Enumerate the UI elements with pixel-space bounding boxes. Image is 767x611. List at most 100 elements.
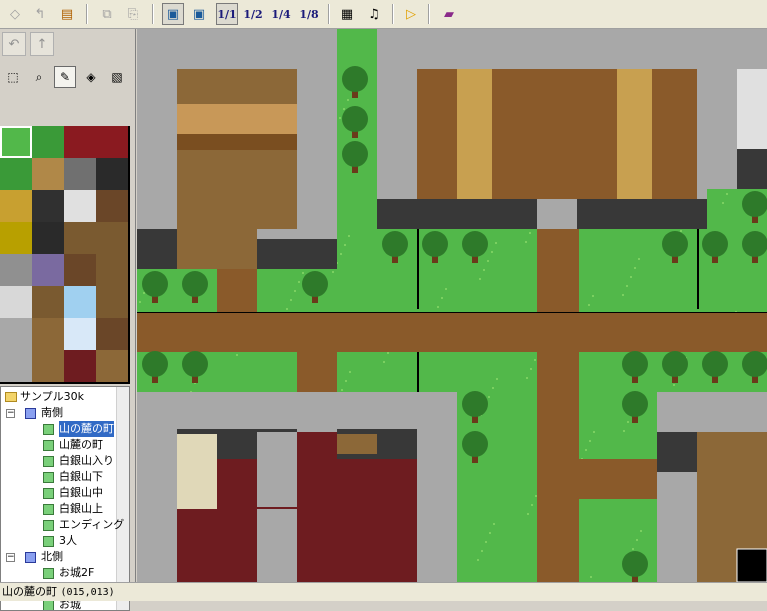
palette-tile[interactable] [96,350,128,382]
palette-tile[interactable] [96,158,128,190]
palette-tile[interactable] [64,158,96,190]
grass-speckle [483,269,485,271]
tree-collapse-toggle[interactable]: − [6,409,15,418]
grass-speckle [491,251,493,253]
tree-map-item[interactable]: エンディング [59,517,124,533]
tree-root-project[interactable]: サンプル30k [20,389,84,405]
grass-speckle [638,258,640,260]
palette-tile[interactable] [96,318,128,350]
save-project-button[interactable]: ▤ [56,3,78,25]
grass-speckle [298,281,300,283]
open-project-button[interactable]: ↰ [29,3,51,25]
palette-tile[interactable] [0,286,32,318]
layer-lower-button[interactable]: ▣ [162,3,184,25]
tree-group[interactable]: 北側 [41,549,63,565]
palette-tile[interactable] [32,126,64,158]
palette-tile[interactable] [64,286,96,318]
copy-button[interactable]: ⎘ [122,3,144,25]
palette-tile[interactable] [32,222,64,254]
help-book-button[interactable]: ▰ [438,3,460,25]
palette-tile[interactable] [64,318,96,350]
palette-tile[interactable] [32,158,64,190]
event-tool-button[interactable]: ▧ [106,66,128,88]
grass-speckle [139,301,141,303]
grass-speckle [626,285,628,287]
fill-tool-button[interactable]: ◈ [80,66,102,88]
palette-tile[interactable] [64,190,96,222]
palette-tile[interactable] [0,126,33,159]
zoom-1-2-icon: 1/2 [243,7,263,21]
save-project-icon: ▤ [60,6,74,22]
map-icon [43,424,54,435]
palette-tile[interactable] [96,126,128,158]
grass-speckle [493,523,495,525]
wall-shadow [577,199,707,229]
palette-tile[interactable] [0,190,32,222]
tree-map-item[interactable]: 白銀山上 [59,501,103,517]
palette-tile[interactable] [32,254,64,286]
layer-upper-button[interactable]: ▣ [188,3,210,25]
palette-tile[interactable] [32,286,64,318]
palette-tile[interactable] [32,350,64,382]
grass-speckle [485,541,487,543]
map-icon [43,600,54,610]
palette-tile[interactable] [32,318,64,350]
palette-tile[interactable] [96,190,128,222]
zoom-1-8-button[interactable]: 1/8 [298,3,320,25]
cut-button[interactable]: ⧉ [96,3,118,25]
grass-speckle [302,272,304,274]
palette-tile[interactable] [64,222,96,254]
playtest-button[interactable]: ▷ [400,3,422,25]
event-icon: ▧ [111,70,123,84]
zoom-1-1-button[interactable]: 1/1 [216,3,238,25]
palette-tile[interactable] [0,254,32,286]
grass-speckle [673,384,675,386]
palette-tile[interactable] [64,254,96,286]
palette-tile[interactable] [96,254,128,286]
database-button[interactable]: ▦ [336,3,358,25]
map-selection-cursor [736,548,767,582]
tree-map-item[interactable]: お城2F [59,565,94,581]
stone-pillar [257,509,297,582]
select-tool-button[interactable]: ⬚ [2,66,24,88]
sound-test-button[interactable]: ♫ [363,3,385,25]
map-group-icon [25,408,36,419]
palette-tile[interactable] [0,222,32,254]
tree-group[interactable]: 南側 [41,405,63,421]
palette-tile[interactable] [0,318,32,350]
map-icon [43,504,54,515]
undo-button[interactable]: ↶ [2,32,26,56]
palette-tile[interactable] [32,190,64,222]
toolbar-separator [428,4,430,24]
stone-pillar [257,432,297,507]
palette-tile[interactable] [96,286,128,318]
wall-shadow [377,199,537,229]
tree-map-item[interactable]: 山の麓の町 [59,421,114,437]
tree-map-item[interactable]: 白銀山入り [59,453,114,469]
tree-map-item[interactable]: 白銀山中 [59,485,103,501]
map-tree[interactable]: サンプル30k − 南側 山の麓の町 山麓の町 白銀山入り 白銀山下 白銀山中 白銀山上 エンディ… [0,386,130,611]
redo-button[interactable]: ↑ [30,32,54,56]
tree-map-item[interactable]: 3人 [59,533,77,549]
bed [177,434,217,509]
palette-tile[interactable] [64,350,96,382]
select-icon: ⬚ [7,70,19,84]
zoom-1-4-button[interactable]: 1/4 [270,3,292,25]
map-tree-scrollbar[interactable] [116,387,129,610]
map-editor-canvas[interactable] [137,29,767,582]
zoom-tool-button[interactable]: ⌕ [28,66,50,88]
palette-tile[interactable] [0,350,32,382]
tileset-palette[interactable] [0,126,130,384]
tree-map-item[interactable]: 白銀山下 [59,469,103,485]
zoom-1-2-button[interactable]: 1/2 [242,3,264,25]
tree-collapse-toggle[interactable]: − [6,553,15,562]
pencil-tool-button[interactable]: ✎ [54,66,76,88]
playtest-icon: ▷ [406,6,416,22]
palette-tile[interactable] [0,158,32,190]
tree-map-item[interactable]: 山麓の町 [59,437,103,453]
palette-tile[interactable] [96,222,128,254]
map-canvas-svg[interactable] [137,29,767,582]
palette-tile[interactable] [64,126,96,158]
status-bar: 山の麓の町 (015,013) [0,582,767,601]
new-project-button[interactable]: ◇ [4,3,26,25]
